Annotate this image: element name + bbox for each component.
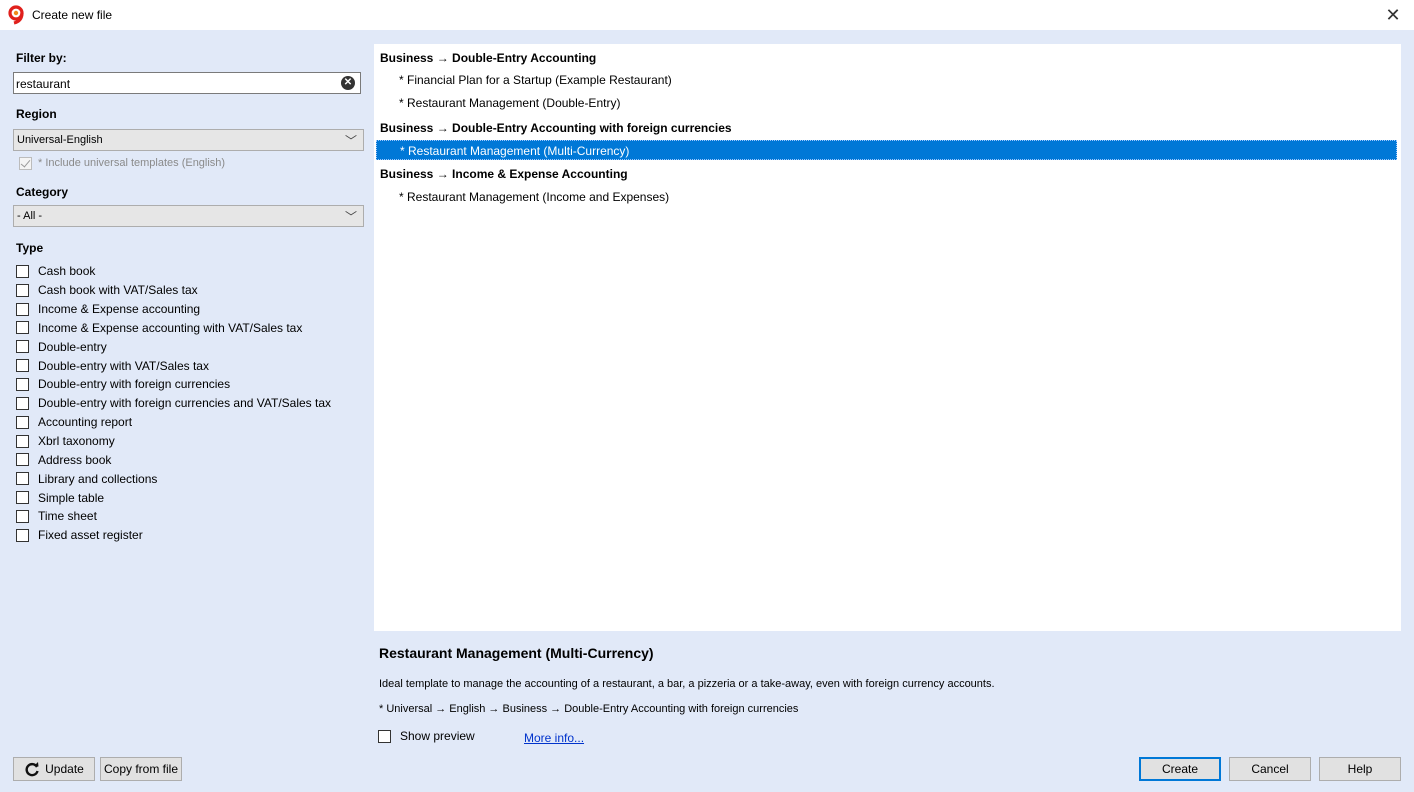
type-item[interactable]: Accounting report	[16, 413, 366, 432]
checkbox[interactable]	[16, 509, 29, 523]
type-item[interactable]: Double-entry with foreign currencies	[16, 375, 366, 394]
type-item-label: Accounting report	[38, 415, 133, 430]
type-item[interactable]: Double-entry with foreign currencies and…	[16, 394, 366, 413]
filter-input[interactable]: restaurant ✕	[13, 72, 361, 94]
create-button[interactable]: Create	[1139, 757, 1221, 781]
checkbox[interactable]	[16, 359, 29, 373]
update-label: Update	[45, 762, 84, 776]
type-label: Type	[16, 241, 44, 255]
type-checkbox-list: Cash book Cash book with VAT/Sales tax I…	[16, 262, 366, 545]
category-select[interactable]: - All - ﹀	[13, 205, 364, 227]
template-item[interactable]: * Restaurant Management (Double-Entry)	[376, 93, 1397, 113]
type-item[interactable]: Cash book with VAT/Sales tax	[16, 281, 366, 300]
type-item-label: Double-entry	[38, 339, 107, 354]
type-item[interactable]: Income & Expense accounting	[16, 300, 366, 319]
type-item[interactable]: Fixed asset register	[16, 526, 366, 545]
checkbox-checked-disabled	[19, 156, 32, 170]
type-item[interactable]: Double-entry with VAT/Sales tax	[16, 356, 366, 375]
group-header: Business → Income & Expense Accounting	[380, 167, 628, 181]
type-item-label: Cash book with VAT/Sales tax	[38, 283, 198, 298]
help-button[interactable]: Help	[1319, 757, 1401, 781]
window-title: Create new file	[32, 8, 113, 22]
type-item[interactable]: Address book	[16, 450, 366, 469]
detail-description: Ideal template to manage the accounting …	[379, 678, 995, 690]
chevron-down-icon: ﹀	[344, 134, 357, 148]
checkbox[interactable]	[16, 340, 29, 354]
type-item-label: Simple table	[38, 490, 105, 505]
type-item-label: Double-entry with foreign currencies and…	[38, 396, 332, 411]
clear-filter-icon[interactable]: ✕	[341, 76, 355, 90]
type-item[interactable]: Cash book	[16, 262, 366, 281]
app-logo-icon	[8, 5, 24, 25]
template-item-selected[interactable]: * Restaurant Management (Multi-Currency)	[376, 140, 1397, 160]
refresh-icon	[25, 762, 39, 777]
filter-label: Filter by:	[16, 51, 67, 65]
type-item-label: Library and collections	[38, 471, 158, 486]
include-universal-checkbox: * Include universal templates (English)	[19, 155, 225, 171]
type-item-label: Time sheet	[38, 509, 97, 524]
detail-path: * Universal → English → Business → Doubl…	[379, 703, 799, 715]
region-select[interactable]: Universal-English ﹀	[13, 129, 364, 151]
include-universal-label: * Include universal templates (English)	[38, 157, 226, 169]
type-item-label: Xbrl taxonomy	[38, 434, 115, 449]
checkbox[interactable]	[378, 729, 391, 743]
type-item-label: Income & Expense accounting with VAT/Sal…	[38, 320, 303, 335]
checkbox[interactable]	[16, 264, 29, 278]
type-item[interactable]: Double-entry	[16, 337, 366, 356]
checkbox[interactable]	[16, 453, 29, 467]
copy-from-file-button[interactable]: Copy from file	[100, 757, 182, 781]
type-item[interactable]: Time sheet	[16, 507, 366, 526]
group-header: Business → Double-Entry Accounting with …	[380, 121, 732, 135]
filter-input-value: restaurant	[16, 77, 71, 91]
type-item[interactable]: Library and collections	[16, 469, 366, 488]
checkbox[interactable]	[16, 283, 29, 297]
type-item-label: Double-entry with VAT/Sales tax	[38, 358, 209, 373]
update-button[interactable]: Update	[13, 757, 95, 781]
checkbox[interactable]	[16, 396, 29, 410]
type-item-label: Cash book	[38, 264, 96, 279]
checkbox[interactable]	[16, 472, 29, 486]
region-label: Region	[16, 107, 57, 121]
checkbox[interactable]	[16, 491, 29, 505]
type-item[interactable]: Simple table	[16, 488, 366, 507]
type-item-label: Fixed asset register	[38, 528, 143, 543]
title-bar: Create new file ✕	[0, 0, 1414, 30]
type-item-label: Double-entry with foreign currencies	[38, 377, 231, 392]
category-label: Category	[16, 185, 69, 199]
more-info-link[interactable]: More info...	[524, 731, 584, 745]
region-selected: Universal-English	[17, 134, 103, 146]
template-list[interactable]: Business → Double-Entry Accounting * Fin…	[374, 44, 1401, 631]
type-item-label: Address book	[38, 452, 112, 467]
cancel-button[interactable]: Cancel	[1229, 757, 1311, 781]
checkbox[interactable]	[16, 415, 29, 429]
checkbox[interactable]	[16, 302, 29, 316]
checkbox[interactable]	[16, 321, 29, 335]
type-item[interactable]: Xbrl taxonomy	[16, 432, 366, 451]
checkbox[interactable]	[16, 528, 29, 542]
group-header: Business → Double-Entry Accounting	[380, 51, 597, 65]
type-item[interactable]: Income & Expense accounting with VAT/Sal…	[16, 319, 366, 338]
type-item-label: Income & Expense accounting	[38, 302, 201, 317]
detail-title: Restaurant Management (Multi-Currency)	[379, 645, 654, 661]
chevron-down-icon: ﹀	[344, 210, 357, 224]
template-item[interactable]: * Restaurant Management (Income and Expe…	[376, 187, 1397, 207]
show-preview-label: Show preview	[400, 729, 475, 743]
checkbox[interactable]	[16, 377, 29, 391]
category-selected: - All -	[17, 210, 43, 222]
checkbox[interactable]	[16, 434, 29, 448]
close-icon[interactable]: ✕	[1382, 4, 1404, 26]
show-preview-checkbox[interactable]: Show preview	[378, 729, 475, 743]
template-item[interactable]: * Financial Plan for a Startup (Example …	[376, 70, 1397, 90]
